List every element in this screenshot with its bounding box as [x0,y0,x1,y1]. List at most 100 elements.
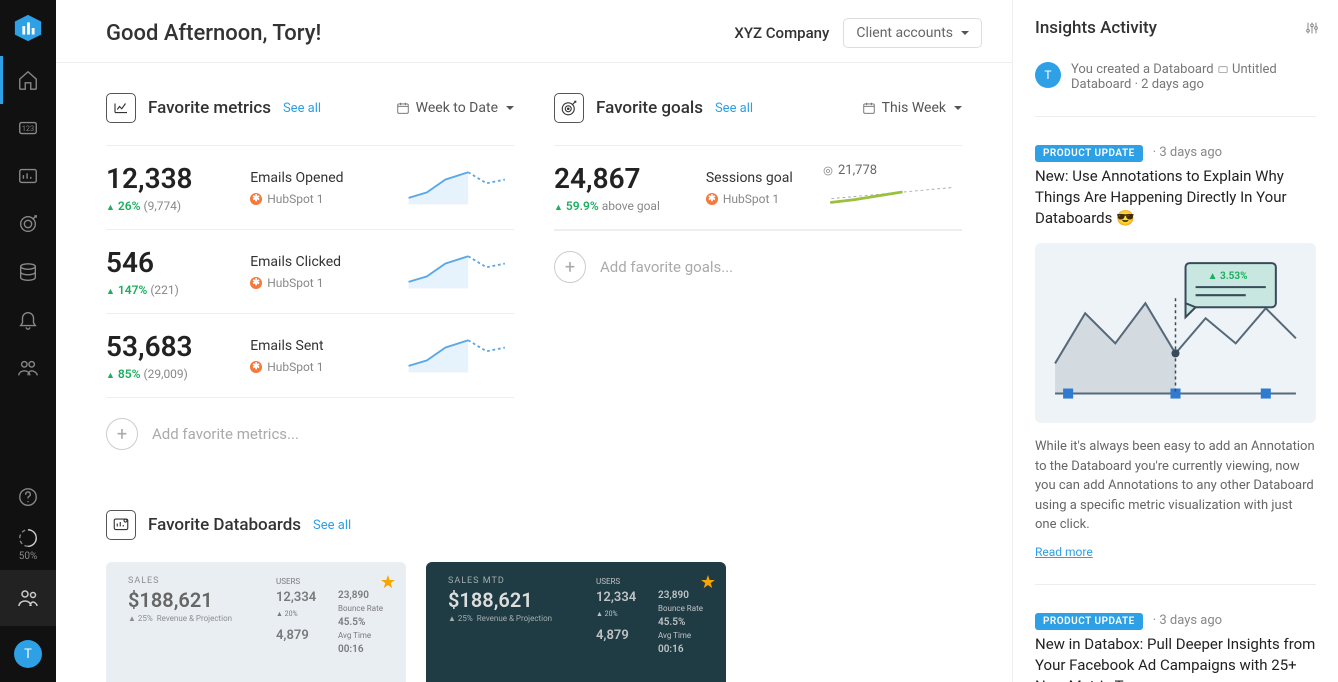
plus-icon: + [106,418,138,450]
goal-row[interactable]: 24,867 59.9% above goal Sessions goal ✱ H… [554,145,962,230]
nav-alerts[interactable] [0,296,56,344]
nav-databoards[interactable] [0,152,56,200]
nav-progress[interactable] [0,521,56,555]
metric-row[interactable]: 12,338 26% (9,774) Emails Opened ✱HubSpo… [106,145,514,230]
post-title[interactable]: New in Databox: Pull Deeper Insights fro… [1035,634,1316,682]
nav-home[interactable] [0,56,56,104]
calendar-icon [396,101,410,115]
databoards-title: Favorite Databoards [148,515,301,535]
source-icon: ✱ [250,193,262,205]
card-value: $188,621 [448,588,552,612]
activity-item[interactable]: T You created a Databoard Untitled Datab… [1035,62,1316,92]
source-icon: ✱ [250,277,262,289]
goal-value: 24,867 [554,162,706,195]
source-icon: ✱ [706,193,718,205]
insight-post: PRODUCT UPDATE · 3 days ago New in Datab… [1035,609,1316,682]
metric-source: HubSpot 1 [267,360,323,374]
goal-delta: 59.9% [554,199,599,213]
card-value: $188,621 [128,588,232,612]
insight-post: PRODUCT UPDATE · 3 days ago New: Use Ann… [1035,141,1316,560]
favorite-metrics-section: Favorite metrics See all Week to Date 12… [106,93,514,470]
favorite-goals-section: Favorite goals See all This Week 24,867 … [554,93,962,470]
goals-see-all[interactable]: See all [715,101,753,116]
nav-team[interactable] [0,344,56,392]
insights-title: Insights Activity [1035,18,1316,38]
nav-user-avatar[interactable]: T [14,640,42,668]
post-image: ▲ 3.53% [1035,243,1316,423]
top-bar: Good Afternoon, Tory! XYZ Company Client… [56,0,1012,63]
goal-status: above goal [602,199,660,213]
metric-previous: (9,774) [143,199,181,213]
databoard-card[interactable]: ★ SALES $188,621 ▲ 25% Revenue & Project… [106,562,406,682]
databoards-icon [106,510,136,540]
source-icon: ✱ [250,361,262,373]
metric-value: 12,338 [106,162,250,195]
post-title[interactable]: New: Use Annotations to Explain Why Thin… [1035,166,1316,229]
card-sub: ▲ 25% Revenue & Projection [128,614,232,623]
goals-title: Favorite goals [596,98,703,118]
insights-panel: Insights Activity T You created a Databo… [1012,0,1338,682]
metric-delta: 85% [106,367,141,381]
goal-sparkline: 21,778 [822,163,962,212]
metrics-title: Favorite metrics [148,98,271,118]
metrics-date-picker[interactable]: Week to Date [396,100,514,116]
post-badge: PRODUCT UPDATE [1035,613,1143,630]
account-picker-label: Client accounts [856,25,953,41]
post-time: · 3 days ago [1153,145,1222,160]
nav-users[interactable] [0,570,56,626]
card-sub: ▲ 25% Revenue & Projection [448,614,552,623]
metric-row[interactable]: 53,683 85% (29,009) Emails Sent ✱HubSpot… [106,314,514,398]
post-badge: PRODUCT UPDATE [1035,145,1143,162]
nav-data[interactable] [0,248,56,296]
metric-name: Emails Sent [250,338,404,354]
metric-sparkline [404,331,514,381]
metric-previous: (221) [150,283,179,297]
databoard-card[interactable]: ★ SALES MTD $188,621 ▲ 25% Revenue & Pro… [426,562,726,682]
chevron-down-icon [504,100,514,116]
card-title: SALES MTD [448,576,552,586]
add-goal-row[interactable]: + Add favorite goals... [554,230,962,303]
metric-name: Emails Opened [250,170,404,186]
nav-metrics[interactable]: 123 [0,104,56,152]
goal-target: 21,778 [822,163,962,178]
calendar-icon [862,101,876,115]
svg-text:▲ 3.53%: ▲ 3.53% [1208,271,1248,282]
metric-name: Emails Clicked [250,254,404,270]
read-more-link[interactable]: Read more [1035,545,1093,559]
goal-name: Sessions goal [706,170,822,186]
add-metric-row[interactable]: + Add favorite metrics... [106,398,514,470]
metric-source: HubSpot 1 [267,276,323,290]
metric-row[interactable]: 546 147% (221) Emails Clicked ✱ HubSpot 1 [106,230,514,314]
app-logo[interactable] [0,0,56,56]
metrics-icon [106,93,136,123]
goals-icon [554,93,584,123]
favorite-databoards-section: Favorite Databoards See all ★ SALES $188… [106,510,962,682]
metric-delta: 26% [106,199,141,213]
company-name: XYZ Company [734,24,829,42]
settings-icon[interactable] [1304,20,1320,36]
left-nav: 123 50% T [0,0,56,682]
databoard-icon [1217,65,1229,75]
metric-sparkline [404,163,514,213]
add-goal-label: Add favorite goals... [600,258,733,276]
chevron-down-icon [952,100,962,116]
activity-text: You created a Databoard [1071,62,1217,77]
metric-value: 546 [106,246,250,279]
nav-help[interactable] [0,473,56,521]
goal-source: HubSpot 1 [723,192,779,206]
metric-delta: 147% [106,283,147,297]
metric-sparkline [404,247,514,297]
metric-value: 53,683 [106,330,250,363]
databoards-see-all[interactable]: See all [313,518,351,533]
account-picker[interactable]: Client accounts [843,18,982,48]
nav-goals[interactable] [0,200,56,248]
activity-time: · 2 days ago [1135,77,1204,92]
card-title: SALES [128,576,232,586]
goals-date-picker[interactable]: This Week [862,100,962,116]
post-body: While it's always been easy to add an An… [1035,437,1316,535]
goals-date-label: This Week [882,100,946,116]
metrics-see-all[interactable]: See all [283,101,321,116]
add-metric-label: Add favorite metrics... [152,425,299,443]
svg-text:123: 123 [22,124,34,133]
plus-icon: + [554,251,586,283]
